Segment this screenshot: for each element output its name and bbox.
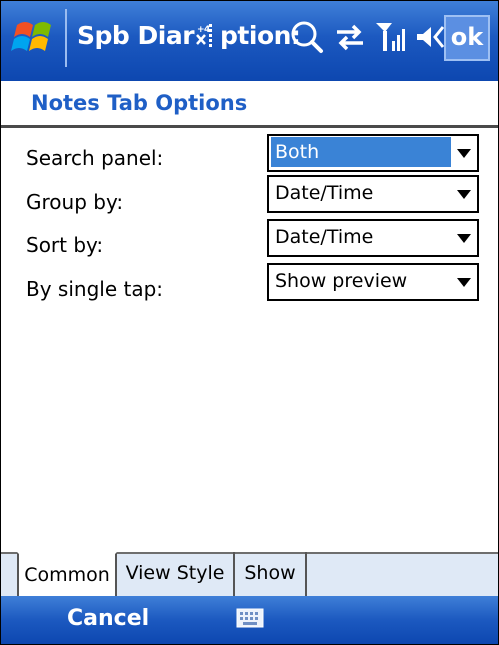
sort-by-dropdown[interactable]: Date/Time xyxy=(267,219,479,257)
title-separator xyxy=(65,9,67,67)
cancel-button[interactable]: Cancel xyxy=(67,606,149,631)
keyboard-icon[interactable] xyxy=(236,608,264,628)
group-by-value: Date/Time xyxy=(275,182,374,204)
signal-icon[interactable] xyxy=(373,17,411,61)
page-title: Notes Tab Options xyxy=(31,91,248,115)
single-tap-dropdown[interactable]: Show preview xyxy=(267,263,479,301)
chevron-down-icon[interactable] xyxy=(457,278,471,287)
sort-by-value: Date/Time xyxy=(275,226,374,248)
chevron-down-icon[interactable] xyxy=(457,190,471,199)
group-by-label: Group by: xyxy=(26,190,124,214)
single-tap-value: Show preview xyxy=(275,270,408,292)
search-panel-dropdown[interactable]: Both xyxy=(267,134,479,172)
softkey-bar: Cancel xyxy=(1,596,498,644)
windows-flag-icon[interactable] xyxy=(11,13,61,63)
sort-by-label: Sort by: xyxy=(26,233,104,257)
tab-common[interactable]: Common xyxy=(17,552,117,596)
data-connection-icon: +4 xyxy=(194,22,220,48)
svg-text:+4: +4 xyxy=(197,25,210,35)
ok-button[interactable]: ok xyxy=(444,15,490,61)
device-screen: Spb Diar +4 ption: ok Notes Tab Options … xyxy=(0,0,499,645)
chevron-down-icon[interactable] xyxy=(457,149,471,158)
search-panel-value: Both xyxy=(271,137,451,167)
title-bar: Spb Diar +4 ption: ok xyxy=(1,1,498,81)
single-tap-label: By single tap: xyxy=(26,277,164,301)
search-icon[interactable] xyxy=(289,17,327,61)
search-panel-label: Search panel: xyxy=(26,146,164,170)
tab-show[interactable]: Show xyxy=(235,552,307,596)
header-divider xyxy=(1,125,498,128)
chevron-down-icon[interactable] xyxy=(457,234,471,243)
group-by-dropdown[interactable]: Date/Time xyxy=(267,175,479,213)
tab-view-style[interactable]: View Style xyxy=(117,552,235,596)
app-title: Spb Diar +4 ption: xyxy=(77,21,301,50)
app-title-text: Spb Diar xyxy=(77,21,195,50)
tab-strip: Common View Style Show xyxy=(1,552,498,596)
sync-icon[interactable] xyxy=(331,17,369,61)
